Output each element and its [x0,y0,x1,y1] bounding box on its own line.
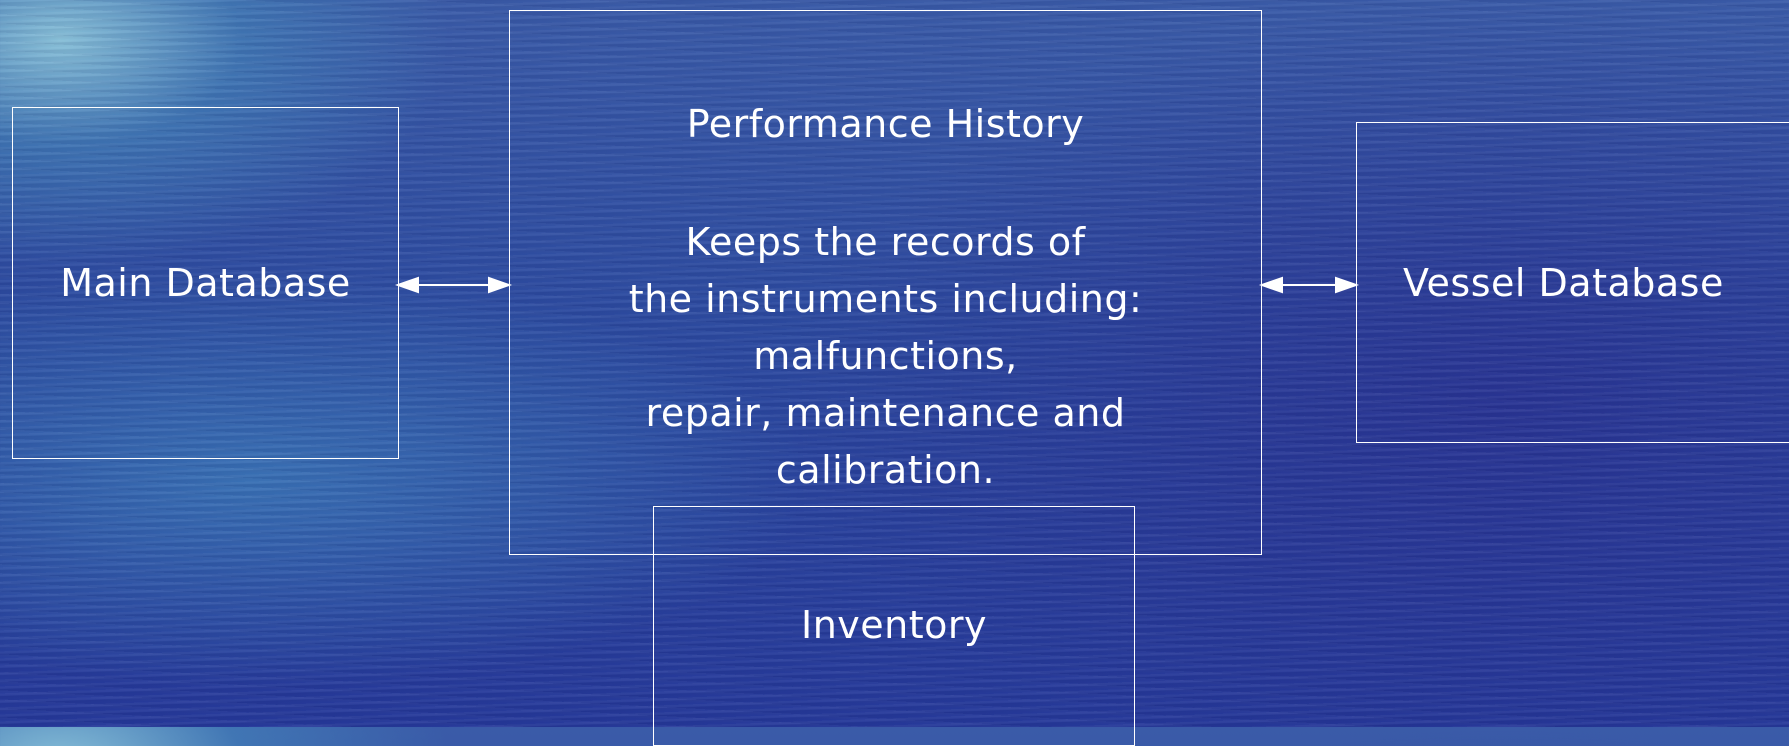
arrowhead-right [1335,276,1360,294]
connector-layer [394,276,1360,294]
main-to-performance-arrow [394,276,513,294]
arrowhead-left [1258,276,1283,294]
arrowhead-left [394,276,419,294]
arrowhead-right [488,276,513,294]
performance-to-vessel-arrow [1258,276,1360,294]
